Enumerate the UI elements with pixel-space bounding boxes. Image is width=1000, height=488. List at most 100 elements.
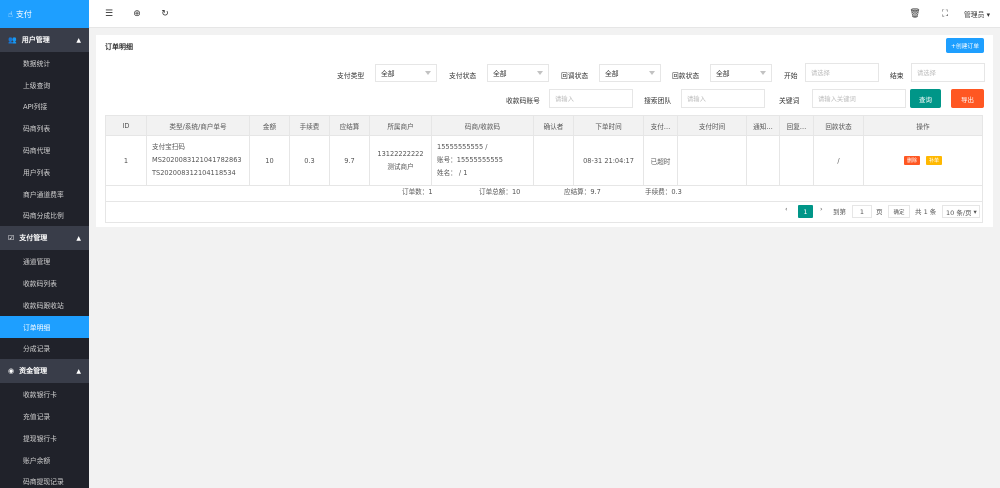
team-input[interactable]: 请输入 (681, 89, 765, 108)
table-footer (106, 186, 982, 201)
group-title: 用户管理 (21, 36, 50, 44)
trash-icon[interactable]: 🗑 (900, 9, 930, 19)
order-table: ID 类型/系统/商户单号 金额 手续费 应结算 所属商户 码商/收款码 确认者… (105, 115, 983, 202)
header-cell[interactable]: 回款状态 (814, 116, 864, 135)
group-title: 支付管理 (19, 234, 48, 243)
header-cell[interactable]: 支付时间 (678, 116, 747, 135)
sidebar-item-qr-recycle[interactable]: 收款码跟收站 (0, 294, 89, 316)
header-cell[interactable]: 通知… (747, 116, 780, 135)
sidebar-item-users[interactable]: 用户列表 (0, 161, 89, 183)
callback-status-select[interactable]: 全部 (599, 64, 661, 82)
cell-refund-status: / (814, 136, 864, 185)
header-cell[interactable]: 码商/收款码 (432, 116, 534, 135)
sidebar-item-order-detail[interactable]: 订单明细 (0, 315, 89, 338)
refund-status-select[interactable]: 全部 (710, 64, 772, 82)
next-page-icon[interactable]: › (820, 205, 823, 213)
sidebar-item-share-records[interactable]: 分成记录 (0, 338, 89, 360)
sidebar-item-superior[interactable]: 上级查询 (0, 74, 89, 96)
admin-menu[interactable]: 管理员 ▾ (960, 9, 1000, 19)
sidebar-item-bank-cards[interactable]: 收款银行卡 (0, 383, 89, 405)
total-count: 共 1 条 (915, 208, 937, 216)
prev-page-icon[interactable]: ‹ (785, 205, 788, 213)
cell-confirmer (534, 136, 574, 185)
goto-page-input[interactable]: 1 (852, 205, 872, 218)
header-cell[interactable]: 下单时间 (574, 116, 644, 135)
footer-cell (106, 186, 982, 201)
create-order-button[interactable]: +创建订单 (946, 38, 984, 53)
cell-id: 1 (106, 136, 147, 185)
sidebar-item-recharge[interactable]: 充值记录 (0, 405, 89, 427)
cell-type-order-no: 支付宝扫码 MS202008312104178286​3 TS202008312… (147, 136, 250, 185)
money-icon: ◉ (8, 367, 15, 376)
end-date-input[interactable]: 请选择 (911, 63, 985, 82)
export-button[interactable]: 导出 (951, 89, 984, 108)
header-cell[interactable]: 所属商户 (370, 116, 432, 135)
summary-settle: 应结算：9.7 (564, 188, 601, 196)
goto-confirm-button[interactable]: 确定 (888, 205, 910, 218)
header-cell[interactable]: 应结算 (330, 116, 370, 135)
sidebar-item-code-merchants[interactable]: 码商列表 (0, 117, 89, 139)
filter-label-pay-status: 支付状态 (449, 72, 477, 80)
sidebar-item-withdraw-records[interactable]: 码商提现记录 (0, 471, 89, 488)
chevron-up-icon: ▲ (76, 367, 81, 375)
order-panel: 订单明细 +创建订单 支付类型 全部 支付状态 全部 回调状态 全部 回款状态 … (96, 35, 993, 227)
users-icon: 👥 (8, 36, 17, 44)
keyword-input[interactable]: 请输入关键词 (812, 89, 906, 108)
delete-button[interactable]: 删除 (903, 156, 920, 165)
group-title: 资金管理 (19, 367, 48, 376)
sidebar-item-withdraw-cards[interactable]: 提现银行卡 (0, 427, 89, 449)
page-title: 订单明细 (105, 43, 133, 51)
filter-label-end: 结束 (890, 72, 904, 80)
cell-notify (747, 136, 780, 185)
sidebar-item-stats[interactable]: 数据统计 (0, 52, 89, 74)
fullscreen-icon[interactable]: ⛶ (930, 9, 960, 19)
pay-type-select[interactable]: 全部 (375, 64, 437, 82)
sidebar-item-channels[interactable]: 通道管理 (0, 250, 89, 272)
header-cell[interactable]: 操作 (864, 116, 982, 135)
table-header: ID 类型/系统/商户单号 金额 手续费 应结算 所属商户 码商/收款码 确认者… (106, 116, 982, 136)
header-cell[interactable]: 类型/系统/商户单号 (147, 116, 250, 135)
query-button[interactable]: 查询 (910, 89, 941, 108)
header-cell[interactable]: 支付… (644, 116, 678, 135)
header-cell[interactable]: 回复… (780, 116, 814, 135)
cell-pay-status: 已超时 (644, 136, 678, 185)
filter-label-keyword: 关键词 (779, 97, 800, 105)
menu-toggle-icon[interactable]: ☰ (95, 9, 123, 19)
header-cell[interactable]: 确认者 (534, 116, 574, 135)
sidebar-group-funds[interactable]: ◉ 资金管理 ▲ (0, 359, 89, 384)
caret-icon (760, 71, 766, 75)
sidebar-item-share-ratio[interactable]: 码商分成比例 (0, 205, 89, 227)
summary-total: 订单总额：10 (479, 188, 521, 196)
header-cell[interactable]: ID (106, 116, 147, 135)
chevron-up-icon: ▲ (76, 234, 81, 242)
topbar: ☰ ⊕ ↻ 🗑 ⛶ 管理员 ▾ (89, 0, 1000, 28)
pay-status-select[interactable]: 全部 (487, 64, 549, 82)
cell-fee: 0.3 (290, 136, 330, 185)
reissue-button[interactable]: 补单 (926, 156, 943, 165)
cell-amount: 10 (250, 136, 290, 185)
page-size-select[interactable]: 10 条/页 ▾ (942, 205, 980, 218)
header-cell[interactable]: 手续费 (290, 116, 330, 135)
summary-count: 订单数：1 (402, 188, 433, 196)
sidebar-item-api[interactable]: API列接 (0, 96, 89, 118)
globe-icon[interactable]: ⊕ (123, 9, 151, 19)
account-input[interactable]: 请输入 (549, 89, 633, 108)
sidebar-item-qr-list[interactable]: 收款码列表 (0, 272, 89, 294)
sidebar-item-balance[interactable]: 账户余额 (0, 449, 89, 471)
sidebar-item-channel-rate[interactable]: 商户通道费率 (0, 183, 89, 205)
header-cell[interactable]: 金额 (250, 116, 290, 135)
sidebar-group-user[interactable]: 👥 用户管理 ▲ (0, 28, 89, 52)
page-button-current[interactable]: 1 (798, 205, 813, 218)
cell-reply (780, 136, 814, 185)
sidebar-group-pay[interactable]: ☑ 支付管理 ▲ (0, 226, 89, 251)
cell-merchant: 13122222222 测试商户 (370, 136, 432, 185)
sidebar-item-code-agents[interactable]: 码商代理 (0, 139, 89, 161)
caret-down-icon: ▾ (986, 10, 990, 19)
cell-code: 15555555555 / 账号：15555555555 姓名： / 1 (432, 136, 534, 185)
filter-label-account: 收款码账号 (506, 97, 540, 105)
summary-fee: 手续费：0.3 (645, 188, 682, 196)
table-row[interactable]: 1 支付宝扫码 MS202008312104178286​3 TS2020083… (106, 136, 982, 186)
refresh-icon[interactable]: ↻ (151, 9, 179, 19)
start-date-input[interactable]: 请选择 (805, 63, 879, 82)
logo[interactable]: ☝ 支付 (0, 0, 89, 28)
